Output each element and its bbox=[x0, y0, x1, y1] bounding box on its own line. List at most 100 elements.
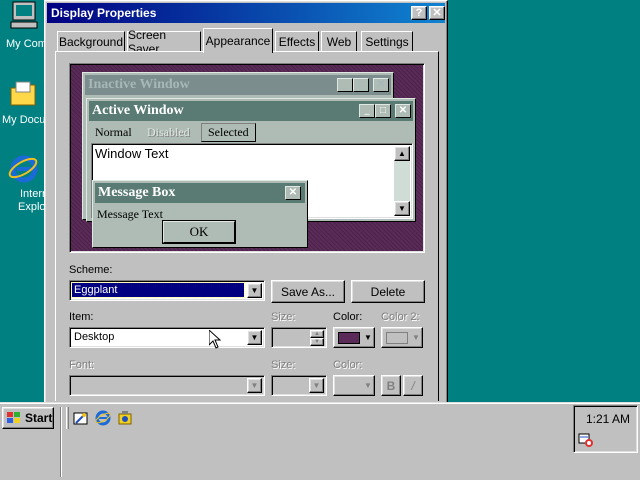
start-label: Start bbox=[25, 411, 53, 425]
chevron-down-icon: ▼ bbox=[247, 378, 262, 393]
display-properties-window: Display Properties ? ✕ Background Screen… bbox=[44, 0, 448, 404]
scroll-down-icon: ▼ bbox=[394, 201, 410, 216]
scheduler-icon[interactable] bbox=[578, 432, 594, 448]
minimize-icon: _ bbox=[359, 104, 375, 118]
item-color2-label: Color 2: bbox=[381, 311, 420, 323]
preview-inactive-title-bar: Inactive Window _ □ ✕ bbox=[85, 75, 391, 95]
quick-launch-channels[interactable] bbox=[116, 409, 134, 427]
desktop-icon-label: My Com bbox=[6, 38, 47, 50]
preview-menu-bar: Normal Disabled Selected bbox=[89, 123, 413, 142]
italic-icon: / bbox=[411, 378, 415, 393]
internet-explorer-icon bbox=[8, 155, 38, 183]
item-label: Item: bbox=[69, 311, 94, 323]
scroll-up-icon: ▲ bbox=[394, 146, 410, 161]
tab-background[interactable]: Background bbox=[57, 31, 125, 51]
chevron-down-icon[interactable]: ▼ bbox=[247, 283, 262, 298]
item-dropdown[interactable]: Desktop ▼ bbox=[69, 327, 265, 348]
preview-scrollbar: ▲ ▼ bbox=[394, 146, 410, 216]
appearance-preview: Inactive Window _ □ ✕ Active Window _ □ … bbox=[69, 63, 425, 253]
scheme-label: Scheme: bbox=[69, 264, 113, 276]
tab-web[interactable]: Web bbox=[321, 31, 357, 51]
bold-icon: B bbox=[386, 378, 396, 393]
item-value: Desktop bbox=[74, 331, 115, 343]
minimize-icon: _ bbox=[337, 78, 353, 92]
color-swatch bbox=[386, 332, 408, 344]
menu-disabled: Disabled bbox=[147, 125, 190, 139]
spinner-up-icon: ▲ bbox=[310, 330, 324, 338]
preview-ok-button: OK bbox=[163, 221, 235, 243]
start-button[interactable]: Start bbox=[2, 407, 54, 429]
window-text: Window Text bbox=[95, 146, 169, 161]
save-as-button[interactable]: Save As... bbox=[271, 280, 345, 303]
my-computer-icon bbox=[10, 1, 38, 29]
tab-label: Web bbox=[326, 34, 352, 49]
windows-logo-icon bbox=[7, 412, 20, 423]
ok-label: OK bbox=[189, 224, 209, 239]
folder-icon bbox=[10, 81, 36, 106]
preview-message-box: Message Box ✕ Message Text OK bbox=[92, 180, 308, 248]
chevron-down-icon: ▼ bbox=[364, 381, 372, 390]
system-tray: 1:21 AM bbox=[573, 405, 638, 453]
internet-explorer-icon bbox=[95, 410, 111, 426]
help-icon: ? bbox=[415, 7, 423, 19]
close-icon: ✕ bbox=[285, 186, 301, 200]
taskbar-divider bbox=[60, 407, 62, 477]
show-desktop-icon bbox=[73, 412, 88, 425]
taskbar-grip bbox=[66, 407, 69, 429]
menu-normal: Normal bbox=[95, 125, 132, 139]
tab-appearance[interactable]: Appearance bbox=[203, 28, 273, 53]
quick-launch-desktop[interactable] bbox=[72, 409, 90, 427]
mouse-cursor-icon bbox=[209, 330, 221, 349]
tab-label: Background bbox=[58, 34, 124, 49]
desktop-icon-label: My Docu bbox=[2, 114, 46, 126]
color-swatch bbox=[338, 332, 360, 344]
msgbox-text: Message Text bbox=[97, 207, 163, 221]
font-dropdown: ▼ bbox=[69, 375, 265, 396]
tab-effects[interactable]: Effects bbox=[275, 31, 319, 51]
font-label: Font: bbox=[69, 359, 95, 371]
taskbar: Start 1:21 AM bbox=[0, 402, 640, 480]
title-bar[interactable]: Display Properties ? ✕ bbox=[47, 3, 445, 23]
preview-active-title: Active Window bbox=[92, 103, 184, 118]
maximize-icon: □ bbox=[375, 104, 391, 118]
font-color-button: ▼ bbox=[333, 375, 375, 396]
item-size-spinner: ▲ ▼ bbox=[271, 327, 327, 348]
tab-label: Effects bbox=[278, 34, 316, 49]
font-color-label: Color: bbox=[333, 359, 363, 371]
preview-active-title-bar: Active Window _ □ ✕ bbox=[89, 101, 413, 121]
quick-launch-ie[interactable] bbox=[94, 409, 112, 427]
item-size-label: Size: bbox=[271, 311, 296, 323]
close-button[interactable]: ✕ bbox=[429, 6, 445, 20]
tab-screen-saver[interactable]: Screen Saver bbox=[127, 28, 201, 56]
save-as-label: Save As... bbox=[280, 284, 336, 299]
preview-inactive-title: Inactive Window bbox=[88, 77, 190, 92]
channels-icon bbox=[118, 411, 132, 425]
close-icon: ✕ bbox=[432, 7, 442, 19]
maximize-icon: □ bbox=[353, 78, 369, 92]
scheme-dropdown[interactable]: Eggplant ▼ bbox=[69, 280, 265, 301]
item-color-label: Color: bbox=[333, 311, 363, 323]
msgbox-title: Message Box bbox=[98, 185, 176, 200]
window-title: Display Properties bbox=[51, 6, 157, 20]
delete-button[interactable]: Delete bbox=[351, 280, 425, 303]
item-color2-button: ▼ bbox=[381, 327, 423, 348]
item-color-button[interactable]: ▼ bbox=[333, 327, 375, 348]
close-icon: ✕ bbox=[373, 78, 389, 92]
chevron-down-icon[interactable]: ▼ bbox=[247, 330, 262, 345]
delete-label: Delete bbox=[370, 284, 406, 299]
spinner-down-icon: ▼ bbox=[310, 338, 324, 346]
help-button[interactable]: ? bbox=[411, 6, 427, 20]
tab-settings[interactable]: Settings bbox=[361, 31, 413, 51]
bold-button: B bbox=[381, 375, 401, 396]
clock[interactable]: 1:21 AM bbox=[586, 412, 630, 426]
tab-label: Settings bbox=[365, 34, 409, 49]
font-size-dropdown: ▼ bbox=[271, 375, 327, 396]
preview-msgbox-title-bar: Message Box ✕ bbox=[95, 183, 305, 203]
menu-selected: Selected bbox=[201, 123, 256, 142]
scheme-value: Eggplant bbox=[71, 282, 245, 298]
chevron-down-icon: ▼ bbox=[364, 333, 372, 342]
chevron-down-icon: ▼ bbox=[412, 333, 420, 342]
italic-button: / bbox=[403, 375, 423, 396]
desktop-icon-label: Explo bbox=[18, 201, 46, 213]
chevron-down-icon: ▼ bbox=[309, 378, 324, 393]
